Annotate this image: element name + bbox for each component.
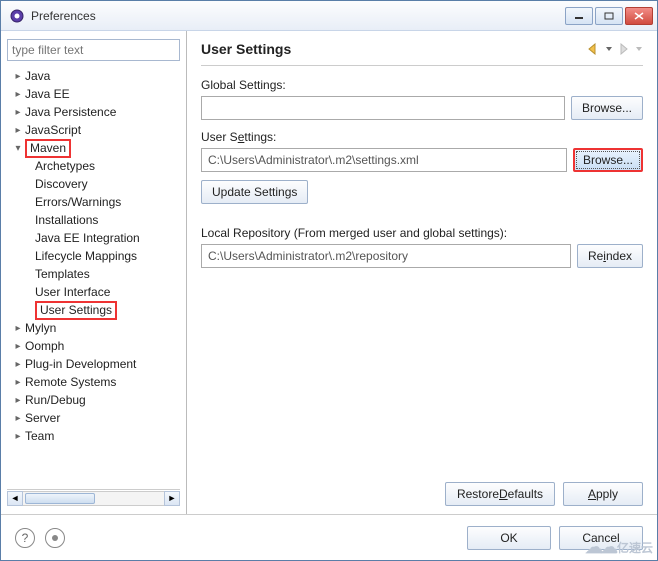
expand-icon[interactable]: ▸	[11, 413, 25, 424]
tree-item-label: Java EE	[25, 87, 70, 101]
tree-item[interactable]: Templates	[7, 265, 180, 283]
tree-item-label: Archetypes	[35, 159, 95, 173]
tree-item[interactable]: ▸Server	[7, 409, 180, 427]
scroll-track[interactable]	[23, 491, 164, 506]
tree-item-label: User Interface	[35, 285, 110, 299]
expand-icon[interactable]: ▸	[11, 71, 25, 82]
expand-icon[interactable]: ▸	[11, 359, 25, 370]
local-repo-input	[201, 244, 571, 268]
reindex-button[interactable]: Reindex	[577, 244, 643, 268]
tree-item-label: Java	[25, 69, 50, 83]
tree-item-label: Java EE Integration	[35, 231, 140, 245]
scroll-left-icon[interactable]: ◄	[7, 491, 23, 506]
filter-input[interactable]	[7, 39, 180, 61]
tree-pane: ▸Java▸Java EE▸Java Persistence▸JavaScrip…	[1, 31, 187, 514]
preferences-dialog: Preferences ▸Java▸Java EE▸Java Persisten…	[0, 0, 658, 561]
tree-item-label: Mylyn	[25, 321, 56, 335]
tree-item[interactable]: Lifecycle Mappings	[7, 247, 180, 265]
tree-item[interactable]: ▸Team	[7, 427, 180, 445]
browse-user-button[interactable]: Browse...	[573, 148, 643, 172]
tree-item[interactable]: Errors/Warnings	[7, 193, 180, 211]
tree-item[interactable]: ▸Java	[7, 67, 180, 85]
expand-icon[interactable]: ▸	[11, 89, 25, 100]
tree-item[interactable]: ▸Remote Systems	[7, 373, 180, 391]
local-repo-label: Local Repository (From merged user and g…	[201, 226, 643, 240]
tree-item[interactable]: Java EE Integration	[7, 229, 180, 247]
tree-item[interactable]: ▸JavaScript	[7, 121, 180, 139]
tree-item[interactable]: ▸Java Persistence	[7, 103, 180, 121]
tree-item[interactable]: ▾Maven	[7, 139, 180, 157]
apply-button[interactable]: Apply	[563, 482, 643, 506]
ok-button[interactable]: OK	[467, 526, 551, 550]
dialog-footer: ? OK Cancel	[1, 514, 657, 560]
expand-icon[interactable]: ▸	[11, 323, 25, 334]
tree-item-label: Discovery	[35, 177, 88, 191]
tree-item[interactable]: Discovery	[7, 175, 180, 193]
user-settings-label: User Settings:	[201, 130, 643, 144]
tree-item-label: Remote Systems	[25, 375, 116, 389]
update-settings-button[interactable]: Update Settings	[201, 180, 308, 204]
collapse-icon[interactable]: ▾	[11, 143, 25, 154]
tree-item-label: Installations	[35, 213, 98, 227]
tree-item-label: Java Persistence	[25, 105, 116, 119]
forward-icon[interactable]	[617, 43, 631, 55]
tree-item-label: Oomph	[25, 339, 64, 353]
window-title: Preferences	[31, 9, 565, 23]
restore-defaults-button[interactable]: Restore Defaults	[445, 482, 555, 506]
back-icon[interactable]	[587, 43, 601, 55]
tree-item[interactable]: User Settings	[7, 301, 180, 319]
tree-item[interactable]: ▸Mylyn	[7, 319, 180, 337]
expand-icon[interactable]: ▸	[11, 341, 25, 352]
browse-global-button[interactable]: Browse...	[571, 96, 643, 120]
preference-tree[interactable]: ▸Java▸Java EE▸Java Persistence▸JavaScrip…	[7, 67, 180, 485]
tree-item[interactable]: ▸Oomph	[7, 337, 180, 355]
expand-icon[interactable]: ▸	[11, 125, 25, 136]
settings-pane: User Settings Global Settings: Browse...…	[187, 31, 657, 514]
scroll-thumb[interactable]	[25, 493, 95, 504]
cancel-button[interactable]: Cancel	[559, 526, 643, 550]
user-settings-input[interactable]	[201, 148, 567, 172]
tree-item-label: JavaScript	[25, 123, 81, 137]
global-settings-label: Global Settings:	[201, 78, 643, 92]
titlebar[interactable]: Preferences	[1, 1, 657, 31]
close-button[interactable]	[625, 7, 653, 25]
tree-item-label: Maven	[25, 139, 71, 158]
tree-item-label: User Settings	[35, 301, 117, 320]
expand-icon[interactable]: ▸	[11, 395, 25, 406]
tree-item-label: Team	[25, 429, 54, 443]
expand-icon[interactable]: ▸	[11, 377, 25, 388]
help-icon[interactable]: ?	[15, 528, 35, 548]
tree-item-label: Lifecycle Mappings	[35, 249, 137, 263]
tree-item-label: Plug-in Development	[25, 357, 136, 371]
tree-item-label: Server	[25, 411, 60, 425]
tree-item[interactable]: Archetypes	[7, 157, 180, 175]
back-menu-icon[interactable]	[605, 43, 613, 55]
tree-item[interactable]: User Interface	[7, 283, 180, 301]
maximize-button[interactable]	[595, 7, 623, 25]
tree-item-label: Templates	[35, 267, 90, 281]
minimize-button[interactable]	[565, 7, 593, 25]
tree-item[interactable]: ▸Java EE	[7, 85, 180, 103]
tree-item-label: Run/Debug	[25, 393, 86, 407]
app-icon	[9, 8, 25, 24]
global-settings-input[interactable]	[201, 96, 565, 120]
page-title: User Settings	[201, 41, 587, 57]
forward-menu-icon[interactable]	[635, 43, 643, 55]
progress-icon[interactable]	[45, 528, 65, 548]
tree-item[interactable]: ▸Plug-in Development	[7, 355, 180, 373]
tree-item[interactable]: Installations	[7, 211, 180, 229]
expand-icon[interactable]: ▸	[11, 431, 25, 442]
tree-item[interactable]: ▸Run/Debug	[7, 391, 180, 409]
expand-icon[interactable]: ▸	[11, 107, 25, 118]
scroll-right-icon[interactable]: ►	[164, 491, 180, 506]
tree-item-label: Errors/Warnings	[35, 195, 121, 209]
horizontal-scrollbar[interactable]: ◄ ►	[7, 489, 180, 506]
